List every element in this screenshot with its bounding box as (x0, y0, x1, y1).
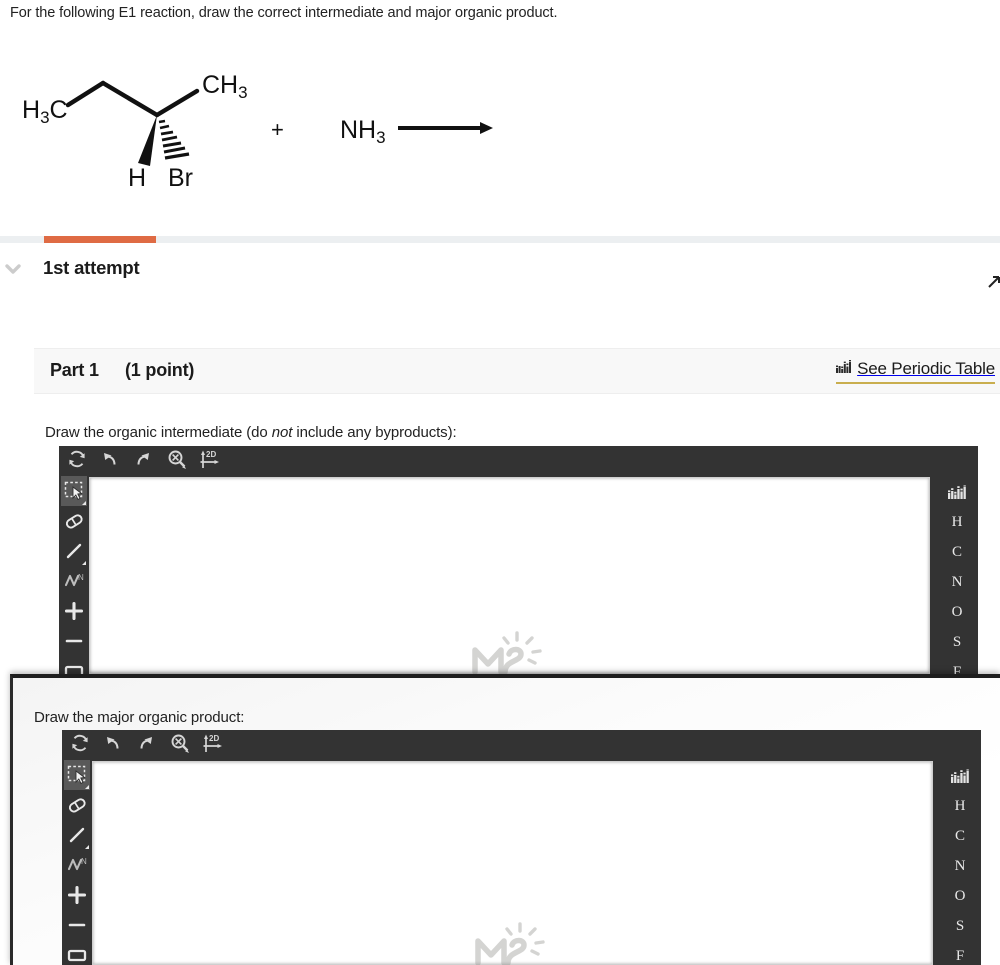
part-label: Part 1 (50, 360, 99, 380)
editor-toolbar: 2D (62, 730, 981, 757)
overlay-panel-product: Draw the major organic product: 2D N H C N O S… (10, 674, 1000, 965)
q1-after: include any byproducts): (292, 424, 457, 441)
part-header: Part 1 (1 point) See Periodic Table (34, 348, 1000, 394)
element-f[interactable]: F (939, 941, 981, 965)
part-points: (1 point) (125, 360, 195, 380)
chevron-down-icon[interactable] (2, 258, 24, 280)
decrease-charge-tool[interactable] (61, 626, 87, 656)
plus-sign: + (271, 117, 284, 142)
molecule-editor-intermediate[interactable]: 2D N H C N O S F (59, 446, 978, 680)
q1-before: Draw the organic intermediate (do (45, 424, 272, 441)
template-rectangle-tool[interactable] (64, 940, 90, 965)
svg-text:N: N (78, 573, 84, 582)
marvin-js-watermark (468, 921, 558, 965)
svg-text:N: N (81, 857, 87, 866)
element-o[interactable]: O (936, 597, 978, 627)
element-s[interactable]: S (939, 911, 981, 941)
page-root: For the following E1 reaction, draw the … (0, 0, 1000, 965)
marvin-js-watermark (465, 630, 555, 676)
increase-charge-tool[interactable] (64, 880, 90, 910)
reaction-arrow (398, 122, 493, 134)
decrease-charge-tool[interactable] (64, 910, 90, 940)
editor-element-palette: HCNOSF (939, 757, 981, 965)
reaction-scheme: H3C CH3 H Br + NH3 (0, 58, 520, 198)
element-h[interactable]: H (939, 791, 981, 821)
periodic-table-icon[interactable] (936, 477, 978, 507)
element-o[interactable]: O (939, 881, 981, 911)
editor-tool-palette: N (62, 757, 90, 965)
question-prompt: For the following E1 reaction, draw the … (10, 5, 558, 21)
zoom-out-icon[interactable] (169, 733, 191, 755)
chain-tool[interactable]: N (61, 566, 87, 596)
element-h[interactable]: H (936, 507, 978, 537)
overlay-top-border (13, 674, 1000, 678)
single-bond-tool[interactable] (64, 820, 90, 850)
element-n[interactable]: N (936, 567, 978, 597)
collapse-corner-icon[interactable] (988, 274, 1000, 288)
attempt-progress-track (0, 236, 1000, 243)
single-bond-tool[interactable] (61, 536, 87, 566)
attempt-title: 1st attempt (43, 257, 140, 278)
question-product-text: Draw the major organic product: (34, 709, 245, 726)
see-periodic-table-label: See Periodic Table (857, 359, 995, 378)
label-h: H (128, 164, 146, 192)
element-c[interactable]: C (936, 537, 978, 567)
label-h3c: H3C (22, 96, 68, 127)
element-c[interactable]: C (939, 821, 981, 851)
question-intermediate-text: Draw the organic intermediate (do not in… (45, 424, 457, 441)
molecule-editor-product[interactable]: 2D N H C N O S F (62, 730, 981, 965)
redo-icon[interactable] (133, 449, 155, 471)
reset-icon[interactable] (70, 733, 92, 755)
increase-charge-tool[interactable] (61, 596, 87, 626)
element-n[interactable]: N (939, 851, 981, 881)
editor-element-palette: HCNOSF (936, 473, 978, 680)
clean-2d-icon[interactable]: 2D (202, 733, 224, 755)
clean-2d-icon[interactable]: 2D (199, 449, 221, 471)
undo-icon[interactable] (103, 733, 125, 755)
redo-icon[interactable] (136, 733, 158, 755)
select-rectangle-tool[interactable] (61, 476, 87, 506)
label-br: Br (168, 164, 193, 192)
zoom-out-icon[interactable] (166, 449, 188, 471)
select-rectangle-tool[interactable] (64, 760, 90, 790)
eraser-tool[interactable] (64, 790, 90, 820)
svg-text:2D: 2D (206, 450, 216, 459)
reagent-nh3: NH3 (340, 116, 386, 147)
periodic-table-icon (836, 360, 852, 378)
chain-tool[interactable]: N (64, 850, 90, 880)
reset-icon[interactable] (67, 449, 89, 471)
attempt-progress-segment (44, 236, 156, 243)
editor-toolbar: 2D (59, 446, 978, 473)
see-periodic-table-link[interactable]: See Periodic Table (836, 359, 995, 384)
attempt-header[interactable]: 1st attempt (0, 250, 1000, 294)
eraser-tool[interactable] (61, 506, 87, 536)
q1-italic: not (271, 424, 293, 441)
periodic-table-icon[interactable] (939, 761, 981, 791)
element-s[interactable]: S (936, 627, 978, 657)
label-ch3: CH3 (202, 71, 248, 102)
undo-icon[interactable] (100, 449, 122, 471)
svg-text:2D: 2D (209, 734, 219, 743)
editor-tool-palette: N (59, 473, 87, 678)
